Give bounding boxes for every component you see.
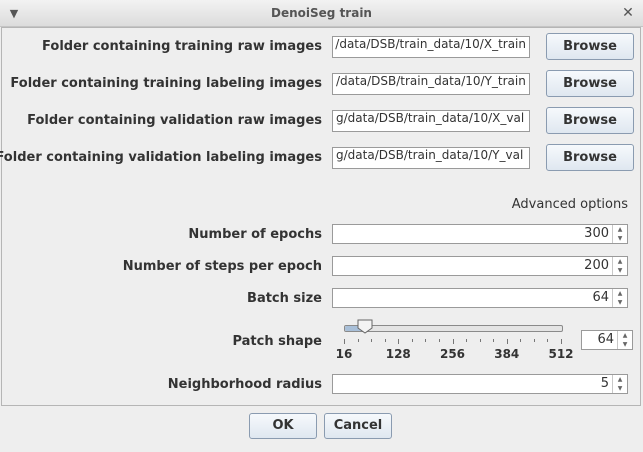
spinner-up-icon[interactable]: ▲ xyxy=(613,289,627,298)
slider-tick-label: 384 xyxy=(494,347,520,361)
spinner-up-icon[interactable]: ▲ xyxy=(613,257,627,266)
neighborhood-spinner[interactable]: 5 ▲ ▼ xyxy=(332,374,628,394)
steps-value: 200 xyxy=(584,258,609,273)
slider-tick xyxy=(520,339,522,342)
batch-size-spinner[interactable]: 64 ▲ ▼ xyxy=(332,288,628,308)
slider-tick xyxy=(344,339,345,344)
spinner-down-icon[interactable]: ▼ xyxy=(613,266,627,275)
spinner-down-icon[interactable]: ▼ xyxy=(613,234,627,243)
slider-thumb-icon[interactable] xyxy=(357,319,373,334)
epochs-spinner[interactable]: 300 ▲ ▼ xyxy=(332,224,628,244)
slider-tick xyxy=(479,339,481,342)
ok-button[interactable]: OK xyxy=(249,413,317,439)
close-icon[interactable]: ✕ xyxy=(620,5,636,21)
slider-tick xyxy=(371,339,373,342)
slider-tick xyxy=(466,339,468,342)
slider-tick xyxy=(384,339,386,342)
window-title: DenoiSeg train xyxy=(271,6,372,20)
slider-tick xyxy=(425,339,427,342)
steps-label: Number of steps per epoch xyxy=(122,259,322,274)
batch-size-value: 64 xyxy=(592,290,609,305)
slider-tick xyxy=(506,339,508,344)
validation-raw-browse-button[interactable]: Browse xyxy=(546,107,634,134)
slider-tick xyxy=(411,339,413,342)
spinner-up-icon[interactable]: ▲ xyxy=(618,331,632,340)
patch-shape-value: 64 xyxy=(597,332,614,347)
epochs-spinner-arrows: ▲ ▼ xyxy=(612,225,627,243)
neighborhood-spinner-arrows: ▲ ▼ xyxy=(612,375,627,393)
neighborhood-value: 5 xyxy=(600,376,609,391)
slider-tick xyxy=(533,339,535,342)
slider-tick xyxy=(561,339,562,344)
training-labeling-path-field[interactable]: /data/DSB/train_data/10/Y_train xyxy=(332,73,530,95)
slider-tick xyxy=(398,339,400,344)
slider-tick xyxy=(493,339,495,342)
training-raw-browse-button[interactable]: Browse xyxy=(546,33,634,60)
patch-shape-label: Patch shape xyxy=(232,334,322,349)
slider-tick xyxy=(452,339,454,344)
batch-size-label: Batch size xyxy=(247,291,322,306)
steps-spinner[interactable]: 200 ▲ ▼ xyxy=(332,256,628,276)
batch-size-spinner-arrows: ▲ ▼ xyxy=(612,289,627,307)
steps-spinner-arrows: ▲ ▼ xyxy=(612,257,627,275)
title-bar: ▼ DenoiSeg train ✕ xyxy=(0,0,643,27)
patch-shape-spinner-arrows: ▲ ▼ xyxy=(617,331,632,349)
training-labeling-browse-button[interactable]: Browse xyxy=(546,70,634,97)
spinner-up-icon[interactable]: ▲ xyxy=(613,225,627,234)
spinner-down-icon[interactable]: ▼ xyxy=(613,384,627,393)
slider-tick xyxy=(357,339,359,342)
training-labeling-label: Folder containing training labeling imag… xyxy=(10,76,322,91)
slider-tick xyxy=(547,339,549,342)
validation-labeling-label: Folder containing validation labeling im… xyxy=(0,150,322,165)
cancel-button[interactable]: Cancel xyxy=(324,413,392,439)
slider-tick-label: 128 xyxy=(385,347,411,361)
spinner-down-icon[interactable]: ▼ xyxy=(613,298,627,307)
neighborhood-label: Neighborhood radius xyxy=(167,377,322,392)
patch-shape-ticks xyxy=(344,339,562,345)
spinner-up-icon[interactable]: ▲ xyxy=(613,375,627,384)
epochs-value: 300 xyxy=(584,226,609,241)
epochs-label: Number of epochs xyxy=(188,227,322,242)
validation-labeling-browse-button[interactable]: Browse xyxy=(546,144,634,171)
training-raw-label: Folder containing training raw images xyxy=(42,39,322,54)
slider-tick-label: 512 xyxy=(548,347,574,361)
training-raw-path-field[interactable]: /data/DSB/train_data/10/X_train xyxy=(332,36,530,58)
patch-shape-slider-track[interactable] xyxy=(344,325,563,332)
spinner-down-icon[interactable]: ▼ xyxy=(618,340,632,349)
validation-labeling-path-field[interactable]: g/data/DSB/train_data/10/Y_val xyxy=(332,147,530,169)
slider-tick-label: 16 xyxy=(335,347,353,361)
validation-raw-path-field[interactable]: g/data/DSB/train_data/10/X_val xyxy=(332,110,530,132)
slider-tick xyxy=(438,339,440,342)
patch-shape-spinner[interactable]: 64 ▲ ▼ xyxy=(581,330,633,350)
advanced-options-label: Advanced options xyxy=(511,197,628,212)
slider-tick-label: 256 xyxy=(439,347,466,361)
validation-raw-label: Folder containing validation raw images xyxy=(27,113,322,128)
